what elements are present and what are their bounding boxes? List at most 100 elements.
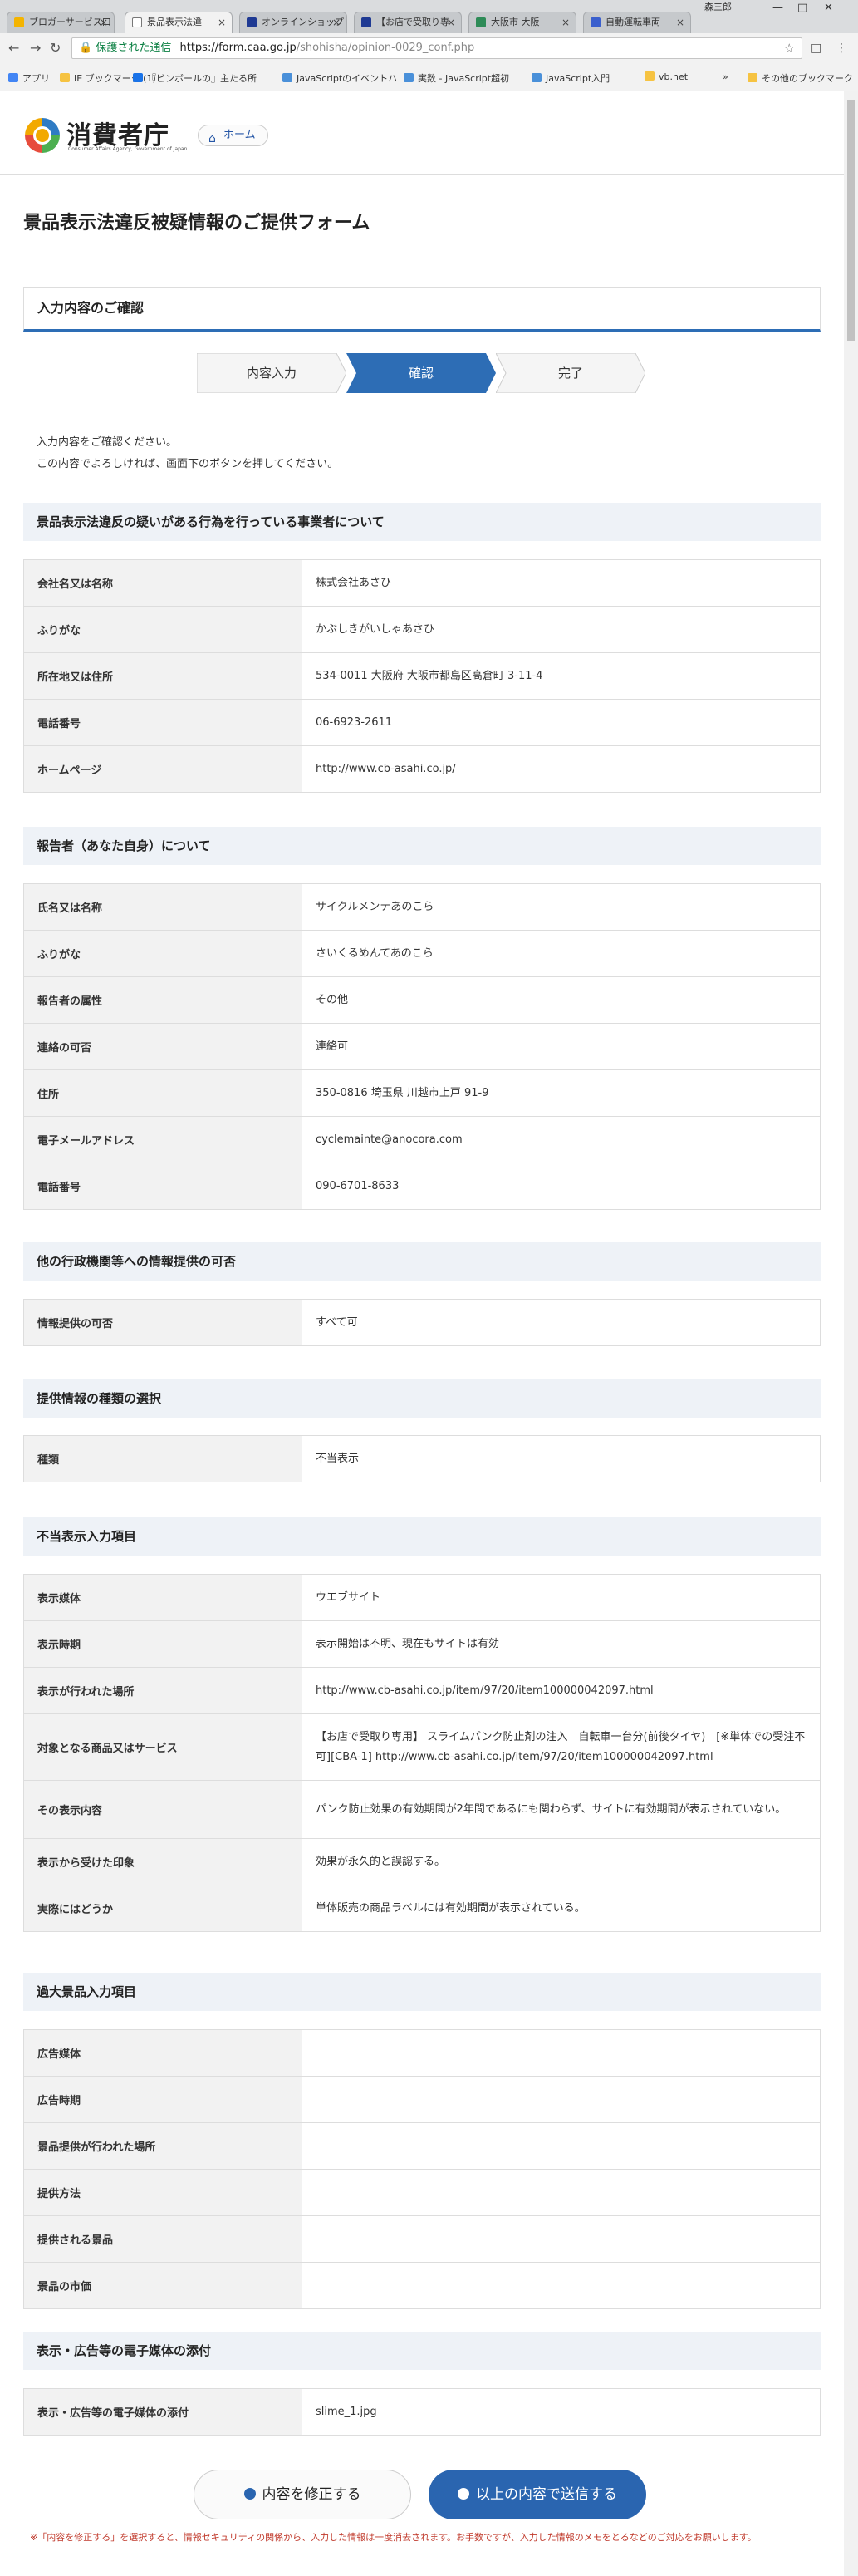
field-value: 不当表示 <box>302 1435 821 1482</box>
caution-note: ※「内容を修正する」を選択すると、情報セキュリティの関係から、入力した情報は一度… <box>30 2532 757 2543</box>
lock-icon: 🔒 <box>79 42 93 54</box>
group-heading: 提供情報の種類の選択 <box>23 1379 821 1418</box>
field-value <box>302 2169 821 2216</box>
minimize-icon[interactable]: — <box>772 2 783 14</box>
browser-tab[interactable]: 【お店で受取り専 × <box>354 12 462 33</box>
submit-button[interactable]: 以上の内容で送信する <box>429 2470 646 2519</box>
browser-tab[interactable]: ブロガーサービス口 × <box>7 12 115 33</box>
back-icon[interactable]: ← <box>8 40 19 56</box>
group-heading: 景品表示法違反の疑いがある行為を行っている事業者について <box>23 503 821 541</box>
field-label: 実際にはどうか <box>23 1885 302 1932</box>
forward-icon[interactable]: → <box>30 40 41 56</box>
field-label: 表示時期 <box>23 1620 302 1668</box>
tab-favicon-icon <box>361 17 371 27</box>
bookmark-item[interactable]: JavaScript入門 <box>532 71 610 85</box>
tab-label: 自動運転車両 <box>606 17 660 27</box>
section-title: 入力内容のご確認 <box>23 287 821 332</box>
field-value: サイクルメンテあのこら <box>302 883 821 931</box>
field-value: 表示開始は不明、現在もサイトは有効 <box>302 1620 821 1668</box>
field-label: 表示媒体 <box>23 1574 302 1621</box>
tab-favicon-icon <box>476 17 486 27</box>
field-value: 350-0816 埼玉県 川越市上戸 91-9 <box>302 1069 821 1117</box>
confirmation-table: 広告媒体 広告時期 景品提供が行われた場所 提供方法 提供される景品 景品の市価 <box>23 2029 821 2309</box>
field-label: 氏名又は名称 <box>23 883 302 931</box>
bookmark-item[interactable]: 実数 - JavaScript超初 <box>404 71 509 85</box>
field-label: 提供方法 <box>23 2169 302 2216</box>
step-complete: 完了 <box>496 353 645 393</box>
table-row: 実際にはどうか 単体販売の商品ラベルには有効期間が表示されている。 <box>23 1885 821 1932</box>
tab-close-icon[interactable]: × <box>447 12 455 32</box>
field-value: 効果が永久的と誤認する。 <box>302 1838 821 1885</box>
bookmark-icon <box>8 73 18 82</box>
browser-tab[interactable]: 自動運転車両 × <box>583 12 691 33</box>
table-row: その表示内容 パンク防止効果の有効期間が2年間であるにも関わらず、サイトに有効期間… <box>23 1780 821 1839</box>
address-bar-row: ← → ↻ 🔒 保護された通信 https://form.caa.go.jp/s… <box>0 33 858 63</box>
bookmark-item[interactable]: JavaScriptのイベントハ <box>282 71 397 85</box>
table-row: 報告者の属性 その他 <box>23 976 821 1024</box>
bookmark-item[interactable]: 『ビンボールの』主たる所 <box>133 71 257 85</box>
bookmark-overflow-icon[interactable]: » <box>723 71 728 82</box>
home-button[interactable]: ⌂ ホーム <box>198 125 268 146</box>
maximize-icon[interactable]: □ <box>797 2 807 14</box>
field-label: 種類 <box>23 1435 302 1482</box>
bookmark-label: アプリ <box>22 73 50 84</box>
field-value <box>302 2262 821 2309</box>
field-value: ウエブサイト <box>302 1574 821 1621</box>
table-row: ふりがな さいくるめんてあのこら <box>23 930 821 977</box>
bookmark-label: 実数 - JavaScript超初 <box>418 73 510 84</box>
close-window-icon[interactable]: ✕ <box>824 2 833 14</box>
extension-icon[interactable]: □ <box>811 42 821 55</box>
bookmark-star-icon[interactable]: ☆ <box>784 38 795 58</box>
field-label: ふりがな <box>23 930 302 977</box>
bookmark-item[interactable]: アプリ <box>8 71 50 85</box>
scrollbar[interactable] <box>844 91 858 2576</box>
table-row: 表示・広告等の電子媒体の添付 slime_1.jpg <box>23 2388 821 2436</box>
url-input[interactable]: 🔒 保護された通信 https://form.caa.go.jp/shohish… <box>71 37 802 59</box>
field-label: 電子メールアドレス <box>23 1116 302 1163</box>
intro-line: 入力内容をご確認ください。 <box>37 436 178 449</box>
table-row: 広告時期 <box>23 2076 821 2123</box>
browser-tab[interactable]: 景品表示法違 × <box>125 12 233 33</box>
tab-favicon-icon <box>247 17 257 27</box>
secure-label: 保護された通信 <box>96 42 172 54</box>
browser-tab[interactable]: オンラインショップ × <box>239 12 347 33</box>
menu-dots-icon[interactable]: ⋮ <box>836 42 847 55</box>
tab-close-icon[interactable]: × <box>332 12 341 32</box>
scrollbar-thumb[interactable] <box>847 100 855 341</box>
url-path: /shohisha/opinion-0029_conf.php <box>296 42 475 54</box>
logo-english: Consumer Affairs Agency, Government of J… <box>68 146 188 152</box>
other-bookmarks[interactable]: その他のブックマーク <box>748 71 853 85</box>
field-value: 【お店で受取り専用】 スライムパンク防止剤の注入 自転車一台分(前後タイヤ) [… <box>302 1713 821 1781</box>
field-label: 表示から受けた印象 <box>23 1838 302 1885</box>
confirmation-table: 種類 不当表示 <box>23 1435 821 1482</box>
field-value: すべて可 <box>302 1299 821 1346</box>
field-value: http://www.cb-asahi.co.jp/ <box>302 745 821 793</box>
tab-close-icon[interactable]: × <box>218 12 226 32</box>
field-label: 住所 <box>23 1069 302 1117</box>
table-row: 氏名又は名称 サイクルメンテあのこら <box>23 883 821 931</box>
tab-close-icon[interactable]: × <box>100 12 108 32</box>
table-row: 提供方法 <box>23 2169 821 2216</box>
bookmark-label: vb.net <box>659 71 689 82</box>
fix-content-button[interactable]: 内容を修正する <box>194 2470 411 2519</box>
confirmation-table: 表示媒体 ウエブサイト 表示時期 表示開始は不明、現在もサイトは有効 表示が行われた場所… <box>23 1574 821 1932</box>
reload-icon[interactable]: ↻ <box>50 40 61 56</box>
browser-tab[interactable]: 大阪市 大阪 × <box>468 12 576 33</box>
bookmark-icon <box>60 73 70 82</box>
field-label: 提供される景品 <box>23 2215 302 2263</box>
field-value: さいくるめんてあのこら <box>302 930 821 977</box>
tab-close-icon[interactable]: × <box>676 12 684 32</box>
logo-mark-icon <box>25 118 60 153</box>
table-row: 表示が行われた場所 http://www.cb-asahi.co.jp/item/… <box>23 1667 821 1714</box>
table-row: 景品の市価 <box>23 2262 821 2309</box>
tab-close-icon[interactable]: × <box>561 12 570 32</box>
bookmark-item[interactable]: vb.net <box>645 71 688 82</box>
progress-steps: 内容入力 確認 完了 <box>197 353 645 393</box>
group-heading: 他の行政機関等への情報提供の可否 <box>23 1242 821 1281</box>
bookmark-icon <box>282 73 292 82</box>
table-row: 連絡の可否 連絡可 <box>23 1023 821 1070</box>
bookmark-icon <box>532 73 542 82</box>
field-label: 広告時期 <box>23 2076 302 2123</box>
table-row: 情報提供の可否 すべて可 <box>23 1299 821 1346</box>
bookmark-icon <box>645 71 655 81</box>
